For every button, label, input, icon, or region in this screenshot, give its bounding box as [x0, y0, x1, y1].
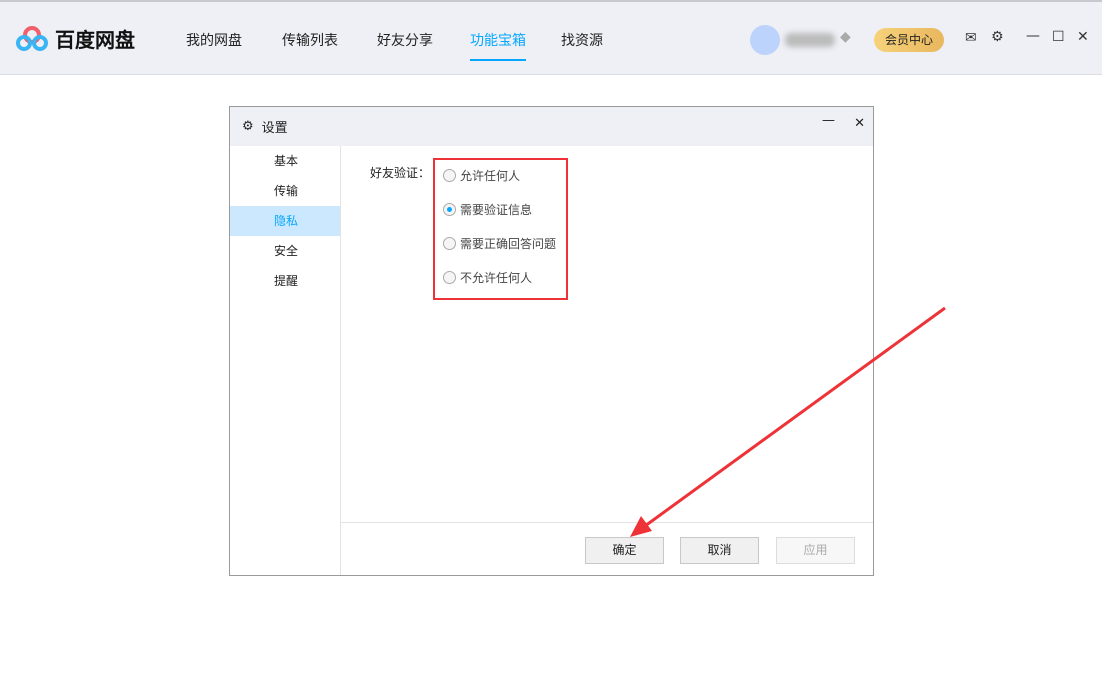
annotation-arrow: [0, 0, 1102, 681]
